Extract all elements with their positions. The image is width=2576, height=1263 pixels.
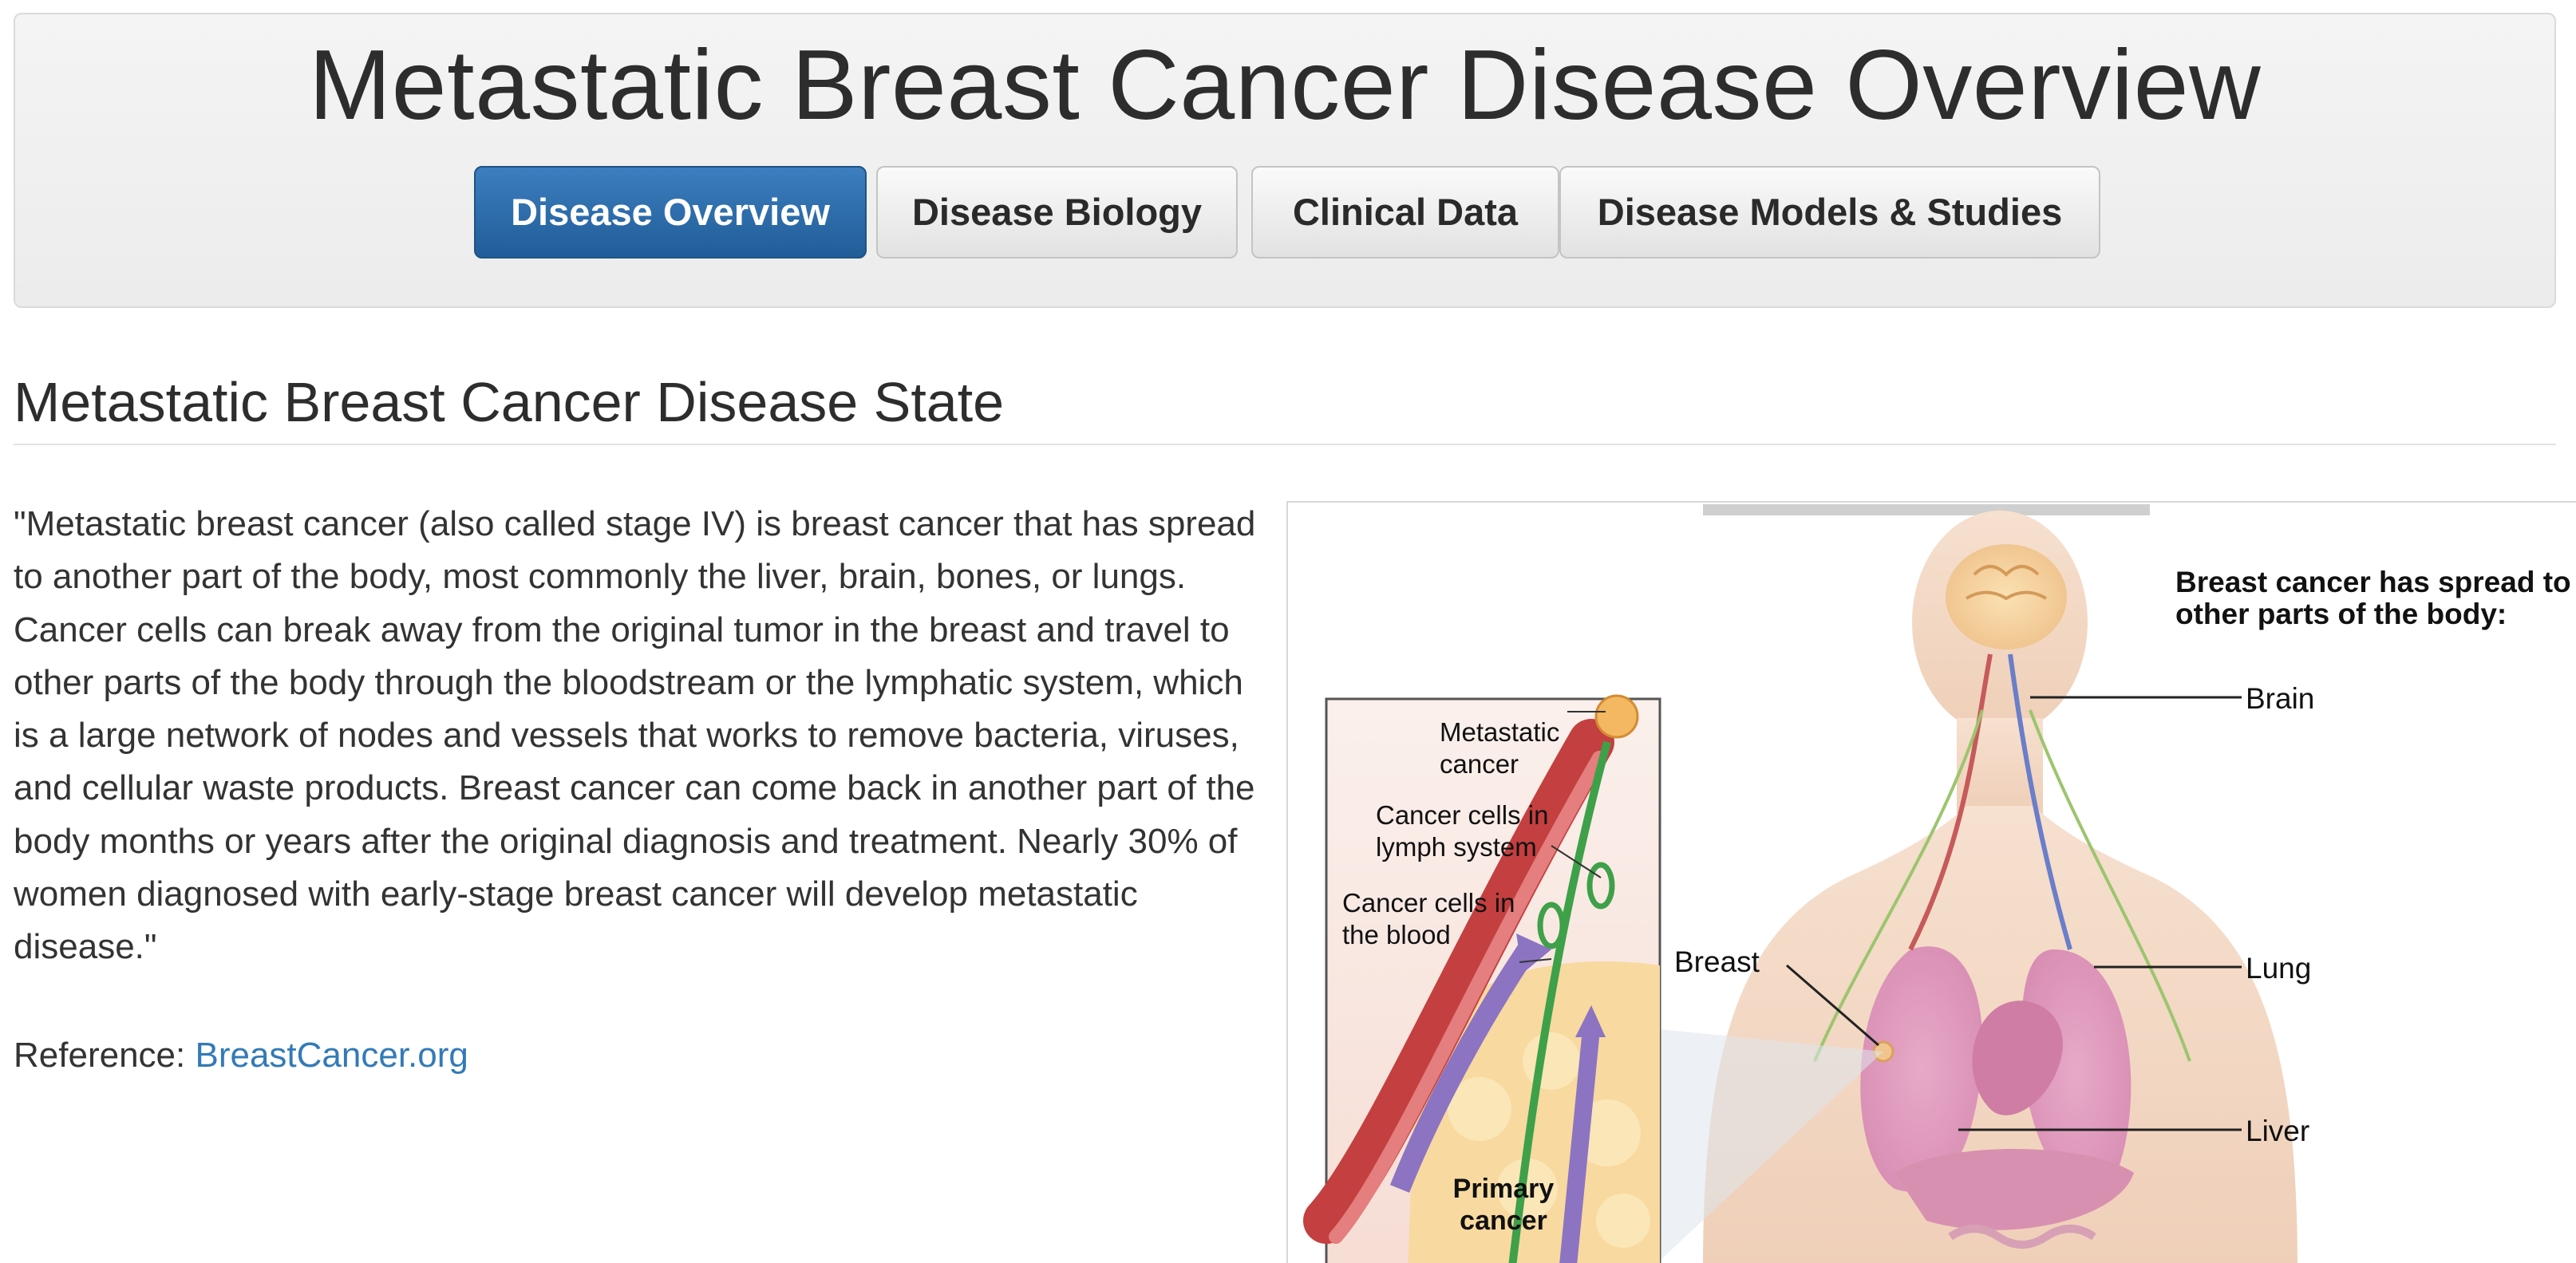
section-title: Metastatic Breast Cancer Disease State	[14, 371, 1005, 433]
reference-label: Reference:	[14, 1036, 186, 1075]
metastasis-illustration: Breast cancer has spread to other parts …	[1286, 501, 2576, 1263]
tab-disease-overview[interactable]: Disease Overview	[474, 166, 867, 259]
primary-cancer-label: Primary cancer	[1452, 1174, 1555, 1236]
brain-label: Brain	[2246, 682, 2315, 715]
reference-link[interactable]: BreastCancer.org	[195, 1036, 468, 1075]
section-divider	[14, 444, 2556, 445]
blood-cells-label: Cancer cells in the blood	[1342, 888, 1515, 949]
breast-label: Breast	[1674, 945, 1760, 978]
lung-label: Lung	[2246, 952, 2312, 985]
header-panel: Metastatic Breast Cancer Disease Overvie…	[14, 13, 2556, 308]
tab-bar: Disease Overview Disease Biology Clinica…	[15, 166, 2554, 260]
page: Metastatic Breast Cancer Disease Overvie…	[0, 0, 2576, 1263]
tab-disease-models-studies[interactable]: Disease Models & Studies	[1559, 166, 2100, 259]
reference-line: Reference: BreastCancer.org	[14, 1029, 468, 1082]
cropped-heading-fragment	[1703, 504, 2150, 515]
disease-description: "Metastatic breast cancer (also called s…	[14, 504, 1256, 967]
metastatic-cancer-label: Metastatic cancer	[1440, 717, 1560, 779]
liver-label: Liver	[2246, 1115, 2310, 1147]
lymph-system-label: Cancer cells in lymph system	[1376, 800, 1549, 862]
figure-heading: Breast cancer has spread to other parts …	[2175, 566, 2571, 630]
page-title: Metastatic Breast Cancer Disease Overvie…	[308, 30, 2262, 140]
tab-disease-biology[interactable]: Disease Biology	[876, 166, 1238, 259]
tab-clinical-data[interactable]: Clinical Data	[1251, 166, 1559, 259]
